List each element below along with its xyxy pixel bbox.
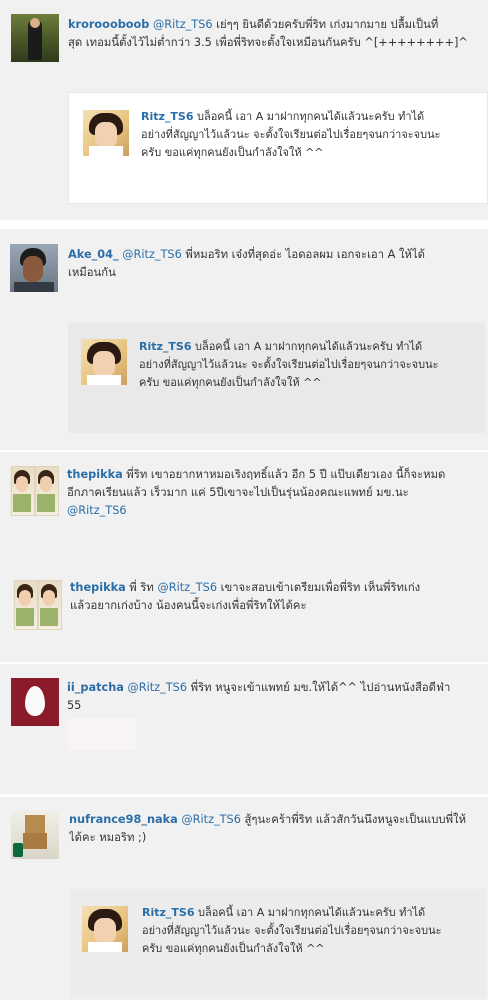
avatar-head-icon xyxy=(30,18,40,28)
avatar-face-icon xyxy=(94,918,116,944)
quoted-line: ครับ ขอแค่ทุกคนยังเป็นกำลังใจให้ ^^ xyxy=(142,942,325,955)
tweet-text-line: ได้คะ หมอริท ;) xyxy=(69,831,147,844)
avatar-face-icon xyxy=(16,476,28,492)
tweet-username[interactable]: thepikka xyxy=(67,468,123,481)
tweet-username[interactable]: nufrance98_naka xyxy=(69,813,178,826)
tweet-text: thepikka พี่ริท เขาอยากหาหมอเริงฤทธิ์แล้… xyxy=(67,466,485,520)
quoted-line: บล็อคนี้ เอา A มาฝากทุกคนได้แล้วนะครับ ท… xyxy=(193,110,425,123)
avatar[interactable] xyxy=(11,678,59,726)
avatar[interactable] xyxy=(10,466,59,516)
tweet-text-line: พี่หมอริท เจ๋งที่สุดอ่ะ ไอดอลผม เอกจะเอา… xyxy=(181,248,425,261)
tweet-text: nufrance98_naka @Ritz_TS6 สู้ๆนะคร้าพี่ร… xyxy=(69,811,488,847)
quoted-text: Ritz_TS6 บล็อคนี้ เอา A มาฝากทุกคนได้แล้… xyxy=(139,338,482,392)
tweet-text-line: เหมือนกัน xyxy=(68,266,116,279)
tweet-item: Ake_04_ @Ritz_TS6 พี่หมอริท เจ๋งที่สุดอ่… xyxy=(0,229,488,450)
coffee-cup-icon xyxy=(13,843,23,857)
avatar-box-body-icon xyxy=(23,833,47,849)
avatar-shirt-icon xyxy=(13,494,31,512)
tweet-text-pre: พี่ ริท xyxy=(125,581,158,594)
avatar-face-icon xyxy=(43,590,55,606)
avatar-face-icon xyxy=(19,590,31,606)
quoted-line: อย่างที่สัญญาไว้แล้วนะ จะตั้งใจเรียนต่อไ… xyxy=(139,358,439,371)
mention-link[interactable]: @Ritz_TS6 xyxy=(157,581,217,594)
tweet-item: ii_patcha @Ritz_TS6 พี่ริท หนูจะเข้าแพทย… xyxy=(0,664,488,794)
quoted-avatar[interactable] xyxy=(81,339,127,385)
attachment-placeholder xyxy=(68,718,136,750)
tweet-username[interactable]: kroroooboob xyxy=(68,18,149,31)
avatar-shirt-icon xyxy=(40,608,58,626)
avatar-shirt-icon xyxy=(37,494,55,512)
avatar-shirt-icon xyxy=(87,375,121,385)
quoted-tweet[interactable]: Ritz_TS6 บล็อคนี้ เอา A มาฝากทุกคนได้แล้… xyxy=(70,889,486,997)
avatar-face-icon xyxy=(40,476,52,492)
egg-avatar-icon xyxy=(25,686,45,716)
avatar-shirt-icon xyxy=(88,942,122,952)
quoted-text: Ritz_TS6 บล็อคนี้ เอา A มาฝากทุกคนได้แล้… xyxy=(141,108,485,162)
tweet-username[interactable]: thepikka xyxy=(70,581,126,594)
tweet-item: thepikka พี่ริท เขาอยากหาหมอเริงฤทธิ์แล้… xyxy=(0,452,488,566)
avatar[interactable] xyxy=(10,244,58,292)
avatar[interactable] xyxy=(11,14,59,62)
avatar-face-icon xyxy=(23,256,43,282)
quoted-line: อย่างที่สัญญาไว้แล้วนะ จะตั้งใจเรียนต่อไ… xyxy=(142,924,442,937)
mention-link[interactable]: @Ritz_TS6 xyxy=(67,504,127,517)
quoted-avatar[interactable] xyxy=(82,906,128,952)
quoted-line: บล็อคนี้ เอา A มาฝากทุกคนได้แล้วนะครับ ท… xyxy=(194,906,426,919)
tweet-username[interactable]: Ake_04_ xyxy=(68,248,119,261)
tweet-text: ii_patcha @Ritz_TS6 พี่ริท หนูจะเข้าแพทย… xyxy=(67,679,485,715)
quoted-line: บล็อคนี้ เอา A มาฝากทุกคนได้แล้วนะครับ ท… xyxy=(191,340,423,353)
tweet-item: kroroooboob @Ritz_TS6 เย่ๆๆ ยินดีด้วยครั… xyxy=(0,0,488,220)
tweet-username[interactable]: ii_patcha xyxy=(67,681,124,694)
quoted-line: ครับ ขอแค่ทุกคนยังเป็นกำลังใจให้ ^^ xyxy=(141,146,324,159)
avatar-face-icon xyxy=(95,122,117,148)
avatar[interactable] xyxy=(11,811,59,859)
tweet-text-line: สุด เทอมนี้ตั้งไว้ไม่ต่ำกว่า 3.5 เพื่อพี… xyxy=(68,36,468,49)
tweet-item: nufrance98_naka @Ritz_TS6 สู้ๆนะคร้าพี่ร… xyxy=(0,797,488,1000)
tweet-text: thepikka พี่ ริท @Ritz_TS6 เขาจะสอบเข้าเ… xyxy=(70,579,485,615)
mention-link[interactable]: @Ritz_TS6 xyxy=(153,18,213,31)
quoted-username[interactable]: Ritz_TS6 xyxy=(141,110,193,123)
avatar-face-icon xyxy=(93,351,115,377)
avatar[interactable] xyxy=(13,580,62,630)
quoted-avatar[interactable] xyxy=(83,110,129,156)
tweet-text-line: พี่ริท หนูจะเข้าแพทย์ มข.ให้ได้^^ ไปอ่าน… xyxy=(187,681,451,694)
avatar-shirt-icon xyxy=(16,608,34,626)
avatar-shirt-icon xyxy=(14,282,54,292)
quoted-tweet[interactable]: Ritz_TS6 บล็อคนี้ เอา A มาฝากทุกคนได้แล้… xyxy=(68,92,488,204)
quoted-tweet[interactable]: Ritz_TS6 บล็อคนี้ เอา A มาฝากทุกคนได้แล้… xyxy=(68,323,485,433)
tweet-item: thepikka พี่ ริท @Ritz_TS6 เขาจะสอบเข้าเ… xyxy=(0,566,488,662)
avatar-box-head-icon xyxy=(25,815,45,833)
tweet-text-line: พี่ริท เขาอยากหาหมอเริงฤทธิ์แล้ว อีก 5 ป… xyxy=(122,468,446,481)
mention-link[interactable]: @Ritz_TS6 xyxy=(122,248,182,261)
tweet-text-line: แล้วอยากเก่งบ้าง น้องคนนี้จะเก่งเพื่อพี่… xyxy=(70,599,307,612)
tweet-text-line: 55 xyxy=(67,699,82,712)
quoted-text: Ritz_TS6 บล็อคนี้ เอา A มาฝากทุกคนได้แล้… xyxy=(142,904,484,958)
tweet-text-line: เขาจะสอบเข้าเตรียมเพื่อพี่ริท เห็นพี่ริท… xyxy=(217,581,421,594)
quoted-username[interactable]: Ritz_TS6 xyxy=(139,340,191,353)
avatar-shirt-icon xyxy=(89,146,123,156)
tweet-text-line: สู้ๆนะคร้าพี่ริท แล้วสักวันนึงหนูจะเป็นแ… xyxy=(240,813,467,826)
quoted-username[interactable]: Ritz_TS6 xyxy=(142,906,194,919)
mention-link[interactable]: @Ritz_TS6 xyxy=(181,813,241,826)
quoted-line: อย่างที่สัญญาไว้แล้วนะ จะตั้งใจเรียนต่อไ… xyxy=(141,128,441,141)
tweet-text: kroroooboob @Ritz_TS6 เย่ๆๆ ยินดีด้วยครั… xyxy=(68,16,483,52)
mention-link[interactable]: @Ritz_TS6 xyxy=(127,681,187,694)
tweet-text: Ake_04_ @Ritz_TS6 พี่หมอริท เจ๋งที่สุดอ่… xyxy=(68,246,483,282)
tweet-text-line: อีกภาคเรียนแล้ว เร็วมาก แค่ 5ปีเขาจะไปเป… xyxy=(67,486,409,499)
tweet-text-line: เย่ๆๆ ยินดีด้วยครับพี่ริท เก่งมากมาย ปลื… xyxy=(212,18,439,31)
quoted-line: ครับ ขอแค่ทุกคนยังเป็นกำลังใจให้ ^^ xyxy=(139,376,322,389)
